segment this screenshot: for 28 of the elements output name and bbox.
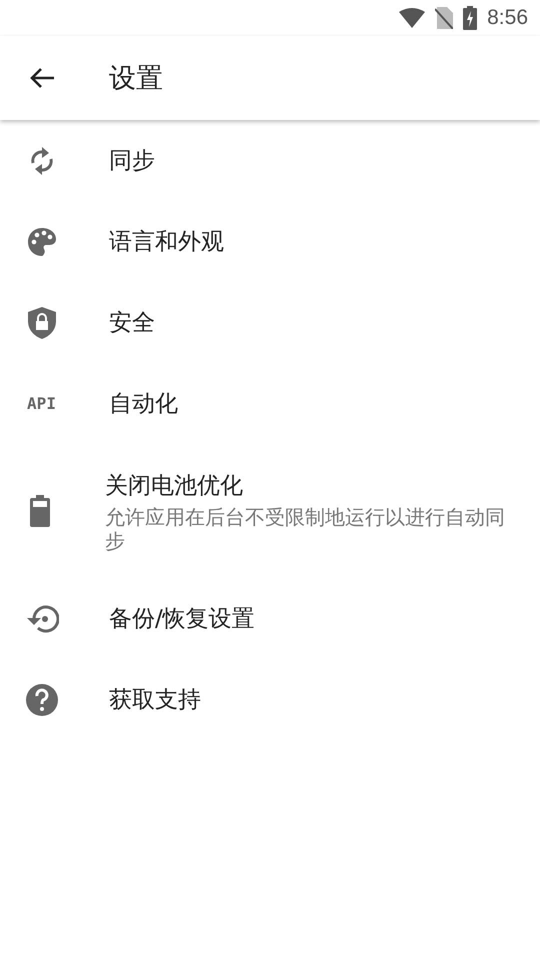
palette-icon	[28, 228, 56, 256]
settings-item[interactable]: API 自动化	[0, 363, 540, 444]
battery-charging-icon	[463, 6, 478, 30]
item-title: 安全	[109, 309, 155, 338]
item-description: 允许应用在后台不受限制地运行以进行自动同步	[105, 504, 506, 552]
shield-lock-icon	[28, 306, 56, 338]
item-title: 备份/恢复设置	[109, 605, 255, 634]
settings-item[interactable]: 获取支持	[0, 659, 540, 740]
restore-icon	[24, 604, 58, 634]
settings-item[interactable]: 语言和外观	[0, 201, 540, 282]
settings-item[interactable]: 安全	[0, 282, 540, 363]
item-title: 语言和外观	[109, 228, 224, 257]
status-time: 8:56	[487, 6, 528, 30]
screen-title: 设置	[109, 62, 163, 96]
battery-icon	[30, 495, 50, 527]
item-title: 自动化	[109, 390, 178, 419]
item-title: 关闭电池优化	[105, 472, 244, 500]
help-icon	[26, 684, 58, 716]
api-icon: API	[27, 394, 56, 413]
item-title: 获取支持	[109, 686, 201, 715]
settings-item[interactable]: 关闭电池优化 允许应用在后台不受限制地运行以进行自动同步	[0, 444, 540, 578]
settings-item[interactable]: 备份/恢复设置	[0, 578, 540, 659]
item-title: 同步	[109, 147, 155, 176]
no-sim-icon	[435, 7, 454, 29]
settings-item[interactable]: 同步	[0, 120, 540, 201]
sync-icon	[30, 144, 54, 176]
wifi-icon	[399, 8, 426, 28]
back-icon[interactable]	[29, 67, 55, 89]
